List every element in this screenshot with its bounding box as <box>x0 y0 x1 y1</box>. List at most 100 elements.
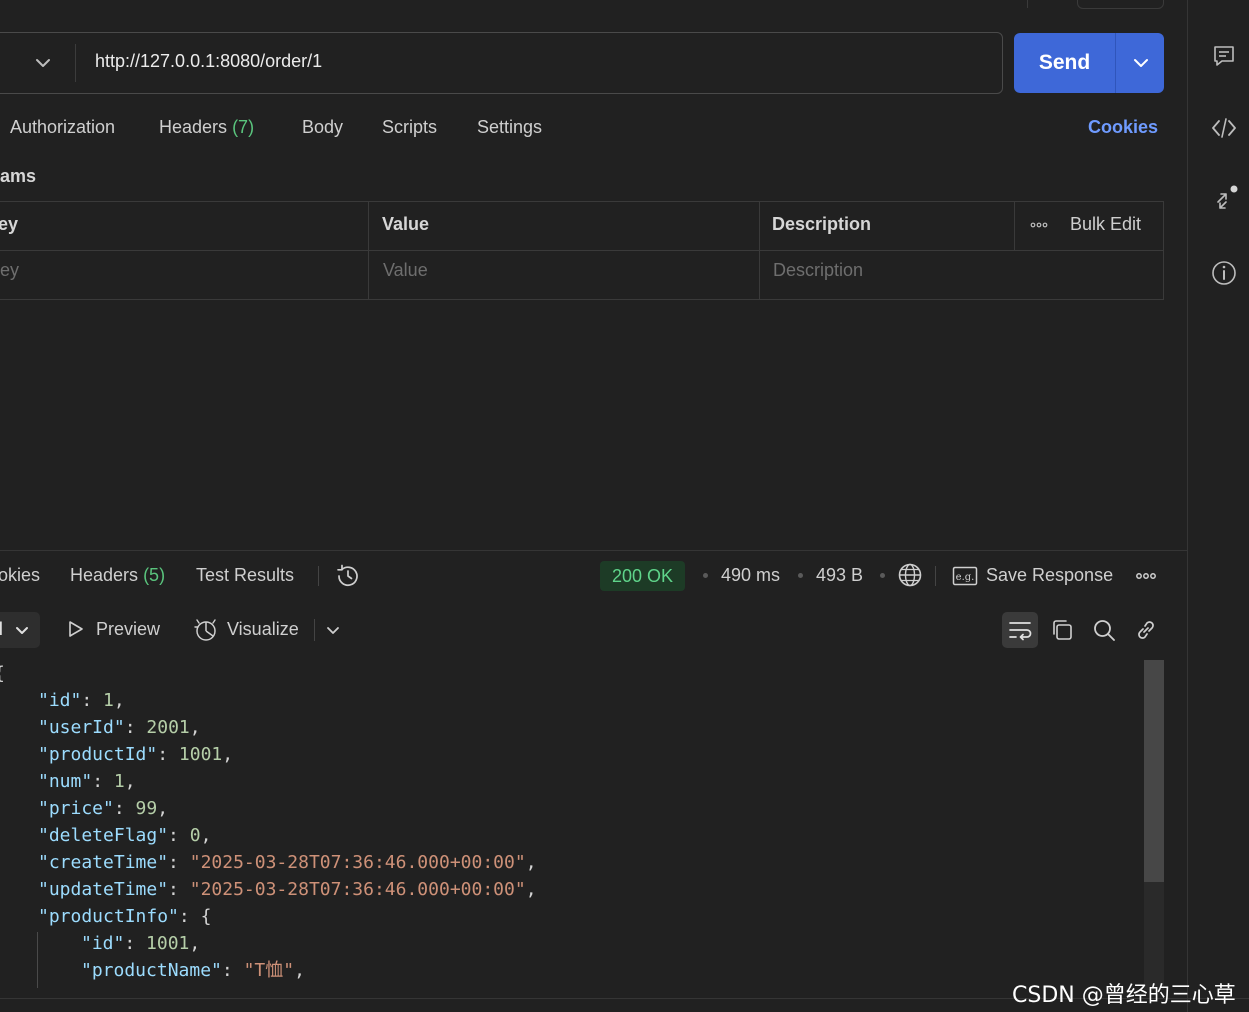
response-body-code[interactable]: { "id": 1, "userId": 2001, "productId": 100… <box>0 660 1140 990</box>
visualize-icon[interactable] <box>193 617 219 643</box>
tab-headers[interactable]: Headers (7) <box>159 117 254 138</box>
tab-headers-count: (7) <box>232 117 255 137</box>
response-scrollbar-thumb[interactable] <box>1144 660 1164 882</box>
globe-icon[interactable] <box>897 562 923 588</box>
params-col-divider <box>1014 201 1015 250</box>
cookies-link[interactable]: Cookies <box>1088 117 1158 138</box>
send-button-divider <box>1115 33 1116 93</box>
wrap-lines-button[interactable] <box>1002 612 1038 648</box>
code-line: "productInfo": { <box>38 906 212 927</box>
status-badge[interactable]: 200 OK <box>600 561 686 591</box>
code-line: "id": 1001, <box>81 933 201 954</box>
code-line: "updateTime": "2025-03-28T07:36:46.000+0… <box>38 879 537 900</box>
code-line: "createTime": "2025-03-28T07:36:46.000+0… <box>38 852 537 873</box>
response-tab-headers[interactable]: Headers (5) <box>70 565 165 586</box>
json-key: "createTime" <box>38 852 169 873</box>
code-line: "num": 1, <box>38 771 136 792</box>
related-collections-icon[interactable] <box>1208 184 1240 216</box>
json-value: 1001 <box>146 933 190 954</box>
code-line: "id": 1, <box>38 690 125 711</box>
top-dropdown-stub[interactable] <box>1077 0 1164 9</box>
method-chevron-down-icon[interactable] <box>30 50 56 76</box>
response-tab-test-results[interactable]: Test Results <box>196 565 294 586</box>
json-key: "productInfo" <box>38 906 179 927</box>
send-button[interactable]: Send <box>1014 33 1164 93</box>
wrap-lines-icon <box>1009 622 1032 641</box>
send-button-label[interactable]: Send <box>1014 33 1115 93</box>
right-sidebar-divider <box>1187 0 1188 1012</box>
code-line: "price": 99, <box>38 798 169 819</box>
json-value: 2001 <box>146 717 190 738</box>
url-input[interactable]: http://127.0.0.1:8080/order/1 <box>95 51 322 72</box>
param-description-input[interactable]: Description <box>773 260 863 281</box>
watermark: CSDN @曾经的三心草 <box>1012 983 1236 1008</box>
response-tab-cookies[interactable]: okies <box>0 565 40 586</box>
chevron-down-icon[interactable] <box>12 620 32 640</box>
tab-headers-label: Headers <box>159 117 228 137</box>
more-icon[interactable] <box>1135 570 1157 582</box>
json-key: "userId" <box>38 717 125 738</box>
json-value: 99 <box>135 798 158 819</box>
param-key-input[interactable]: Key <box>0 260 19 281</box>
code-line: { <box>0 660 5 687</box>
info-icon[interactable] <box>1208 257 1240 289</box>
params-header-value: Value <box>382 214 430 234</box>
play-icon[interactable] <box>66 619 86 639</box>
chevron-down-icon[interactable] <box>323 620 343 640</box>
json-key: "id" <box>38 690 82 711</box>
json-key: "price" <box>38 798 114 819</box>
json-value: 0 <box>189 825 201 846</box>
params-col-divider <box>759 201 760 300</box>
save-example-icon[interactable]: e.g. <box>952 564 978 588</box>
json-key: "num" <box>38 771 93 792</box>
json-key: "productId" <box>38 744 158 765</box>
json-value: 1001 <box>178 744 223 765</box>
more-options-icon[interactable] <box>1030 218 1048 232</box>
code-line: "productId": 1001, <box>38 744 234 765</box>
param-value-input[interactable]: Value <box>383 260 428 281</box>
response-status-separator <box>935 566 936 586</box>
json-value: "T恤" <box>243 960 295 981</box>
response-tab-headers-label: Headers <box>70 565 139 585</box>
json-value: { <box>200 906 212 927</box>
preview-button[interactable]: Preview <box>96 619 160 640</box>
tab-body[interactable]: Body <box>302 117 343 138</box>
link-icon[interactable] <box>1133 617 1159 643</box>
status-dot-separator <box>703 573 708 578</box>
json-value: "2025-03-28T07:36:46.000+00:00" <box>189 852 526 873</box>
json-key: "productName" <box>81 960 222 981</box>
send-options-chevron-icon[interactable] <box>1128 50 1154 76</box>
response-format-value: l <box>0 619 4 639</box>
comment-icon[interactable] <box>1208 40 1240 72</box>
top-divider <box>1027 0 1028 8</box>
json-value: 1 <box>103 690 114 711</box>
code-line: "deleteFlag": 0, <box>38 825 212 846</box>
status-dot-separator <box>798 573 803 578</box>
json-key: "updateTime" <box>38 879 169 900</box>
svg-text:e.g.: e.g. <box>956 572 975 583</box>
search-icon[interactable] <box>1091 617 1117 643</box>
response-tab-headers-count: (5) <box>143 565 166 585</box>
tab-scripts[interactable]: Scripts <box>382 117 437 138</box>
save-response-button[interactable]: Save Response <box>986 565 1113 586</box>
visualize-button[interactable]: Visualize <box>227 619 299 640</box>
json-value: 1 <box>113 771 125 792</box>
response-divider <box>0 550 1187 551</box>
code-line: "userId": 2001, <box>38 717 201 738</box>
json-key: "deleteFlag" <box>38 825 169 846</box>
indent-guide <box>37 932 38 988</box>
response-size[interactable]: 493 B <box>816 565 863 586</box>
tab-settings[interactable]: Settings <box>477 117 542 138</box>
bulk-edit-button[interactable]: Bulk Edit <box>1070 214 1141 235</box>
code-line: "productName": "T恤", <box>81 960 305 981</box>
code-icon[interactable] <box>1208 112 1240 144</box>
history-icon[interactable] <box>334 562 362 590</box>
copy-icon[interactable] <box>1049 617 1075 643</box>
params-header-description: Description <box>772 214 872 234</box>
response-time[interactable]: 490 ms <box>721 565 780 586</box>
json-value: "2025-03-28T07:36:46.000+00:00" <box>189 879 526 900</box>
response-tabs-separator <box>318 566 319 586</box>
params-col-divider <box>368 201 369 300</box>
url-separator <box>75 44 76 82</box>
tab-authorization[interactable]: Authorization <box>10 117 115 138</box>
